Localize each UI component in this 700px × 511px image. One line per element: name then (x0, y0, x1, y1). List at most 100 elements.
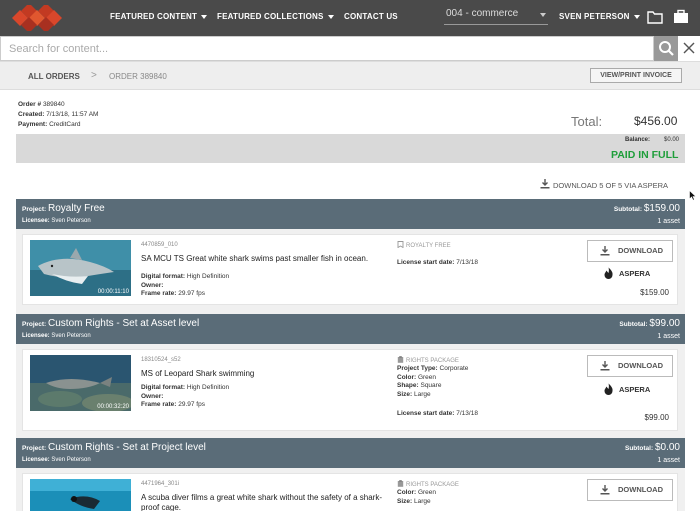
color-label: Color: (397, 373, 417, 381)
project-title: Project: Custom Rights - Set at Project … (22, 442, 206, 453)
order-total-label: Total: (571, 114, 603, 129)
aspera-button[interactable]: ASPERA (604, 383, 651, 395)
aspera-label: ASPERA (619, 385, 651, 394)
format-value: High Definition (186, 273, 230, 280)
order-total: $456.00 (634, 114, 678, 128)
aspera-button[interactable]: ASPERA (604, 267, 651, 279)
download-button[interactable]: DOWNLOAD (587, 479, 673, 501)
asset-count: 1 asset (657, 218, 680, 225)
asset-title[interactable]: MS of Leopard Shark swimming (141, 369, 386, 379)
account-select[interactable]: 004 - commerce (444, 8, 548, 25)
subtotal-value: $159.00 (643, 203, 680, 214)
order-created: 7/13/18, 11:57 AM (46, 111, 99, 118)
subtotal-label: Subtotal: (624, 445, 654, 452)
license-kind-label: RIGHTS PACKAGE (406, 482, 459, 488)
color-value: Green (417, 489, 437, 496)
search-button[interactable] (654, 36, 678, 61)
view-print-invoice-button[interactable]: VIEW/PRINT INVOICE (590, 68, 682, 83)
order-number-label: Order # (18, 101, 42, 108)
download-button[interactable]: DOWNLOAD (587, 240, 673, 262)
project-licensee: Licensee: Sven Peterson (22, 457, 91, 463)
size-value: Large (413, 390, 431, 398)
license-attributes: License start date: 7/13/18 (397, 259, 478, 268)
asset-id: 4470859_010 (141, 242, 178, 248)
user-name: SVEN PETERSON (559, 12, 630, 21)
asset-count: 1 asset (657, 457, 680, 464)
account-select-value: 004 - commerce (446, 8, 519, 19)
asset-count: 1 asset (657, 333, 680, 340)
list-item: 4471964_301i A scuba diver films a great… (22, 473, 678, 511)
download-all-aspera-button[interactable]: DOWNLOAD 5 OF 5 VIA ASPERA (540, 179, 668, 190)
nav-contact-us[interactable]: CONTACT US (344, 12, 398, 21)
project-subtotal: Subtotal: $0.00 (625, 442, 680, 453)
breadcrumb-all-orders[interactable]: ALL ORDERS (28, 72, 80, 81)
project-title: Project: Custom Rights - Set at Asset le… (22, 318, 199, 329)
nav-contact-us-label: CONTACT US (344, 12, 398, 21)
chevron-down-icon (327, 14, 334, 19)
order-number: 389840 (42, 101, 65, 108)
asset-title[interactable]: SA MCU TS Great white shark swims past s… (141, 254, 386, 264)
subtotal-value: $99.00 (649, 318, 680, 329)
close-icon[interactable] (681, 40, 697, 56)
download-icon (600, 246, 610, 256)
frame-rate-label: Frame rate: (141, 290, 177, 297)
folder-icon[interactable] (647, 9, 663, 25)
frame-rate-value: 29.97 fps (178, 401, 205, 408)
license-start: License start date: 7/13/18 (397, 410, 478, 419)
brand-logo-icon[interactable] (12, 5, 62, 31)
license-kind-label: ROYALTY FREE (406, 243, 451, 249)
subtotal-label: Subtotal: (613, 206, 643, 213)
order-meta: Order # 389840 Created: 7/13/18, 11:57 A… (18, 100, 98, 130)
aspera-label: ASPERA (619, 269, 651, 278)
licensee-name: Sven Peterson (51, 457, 91, 463)
asset-list: 4471964_301i A scuba diver films a great… (16, 468, 685, 511)
license-kind-label: RIGHTS PACKAGE (406, 358, 459, 364)
nav-featured-collections-label: FEATURED COLLECTIONS (217, 12, 324, 21)
asset-id: 18310524_s52 (141, 357, 181, 363)
download-button-label: DOWNLOAD (618, 485, 663, 494)
nav-featured-content[interactable]: FEATURED CONTENT (110, 12, 208, 21)
download-button-label: DOWNLOAD (618, 361, 663, 370)
asset-thumbnail[interactable]: 00:00:32:20 (30, 355, 131, 411)
licensee-label: Licensee: (22, 333, 50, 339)
clipboard-icon (397, 480, 404, 487)
download-icon (600, 485, 610, 495)
project-name: Custom Rights - Set at Asset level (48, 318, 200, 329)
asset-thumbnail[interactable] (30, 479, 131, 511)
payment-status-badge: PAID IN FULL (611, 149, 679, 161)
project-type-label: Project Type: (397, 365, 438, 372)
asset-list: 00:00:32:20 18310524_s52 MS of Leopard S… (16, 344, 685, 438)
format-label: Digital format: (141, 384, 186, 391)
download-all-label: DOWNLOAD 5 OF 5 VIA ASPERA (553, 181, 669, 190)
asset-title[interactable]: A scuba diver films a great white shark … (141, 493, 386, 511)
frame-rate-value: 29.97 fps (178, 290, 205, 297)
licensee-name: Sven Peterson (51, 333, 91, 339)
asset-price: $159.00 (640, 288, 669, 297)
asset-attributes: Digital format: High Definition Owner: F… (141, 273, 229, 299)
search-icon (659, 41, 674, 56)
balance-label: Balance: (625, 137, 651, 143)
timecode: 00:00:32:20 (97, 404, 129, 410)
project-label: Project: (22, 206, 47, 213)
chevron-down-icon (540, 13, 546, 17)
asset-list: 00:00:11:10 4470859_010 SA MCU TS Great … (16, 229, 685, 314)
search-input[interactable] (0, 36, 654, 61)
briefcase-icon[interactable] (673, 9, 689, 25)
project-type-value: Corporate (439, 365, 469, 372)
bookmark-icon (397, 241, 404, 249)
size-label: Size: (397, 390, 413, 398)
shark-thumbnail-image (30, 240, 131, 296)
balance-band (16, 134, 685, 163)
asset-price: $99.00 (644, 413, 669, 422)
download-button[interactable]: DOWNLOAD (587, 355, 673, 377)
color-value: Green (417, 373, 437, 381)
licensee-label: Licensee: (22, 457, 50, 463)
nav-featured-collections[interactable]: FEATURED COLLECTIONS (217, 12, 334, 21)
project-subtotal: Subtotal: $159.00 (614, 203, 680, 214)
owner-label: Owner: (141, 281, 164, 289)
license-start-value: 7/13/18 (456, 410, 478, 417)
licensee-label: Licensee: (22, 218, 50, 224)
asset-thumbnail[interactable]: 00:00:11:10 (30, 240, 131, 296)
order-payment: CreditCard (49, 121, 81, 128)
user-menu[interactable]: SVEN PETERSON (559, 12, 640, 21)
